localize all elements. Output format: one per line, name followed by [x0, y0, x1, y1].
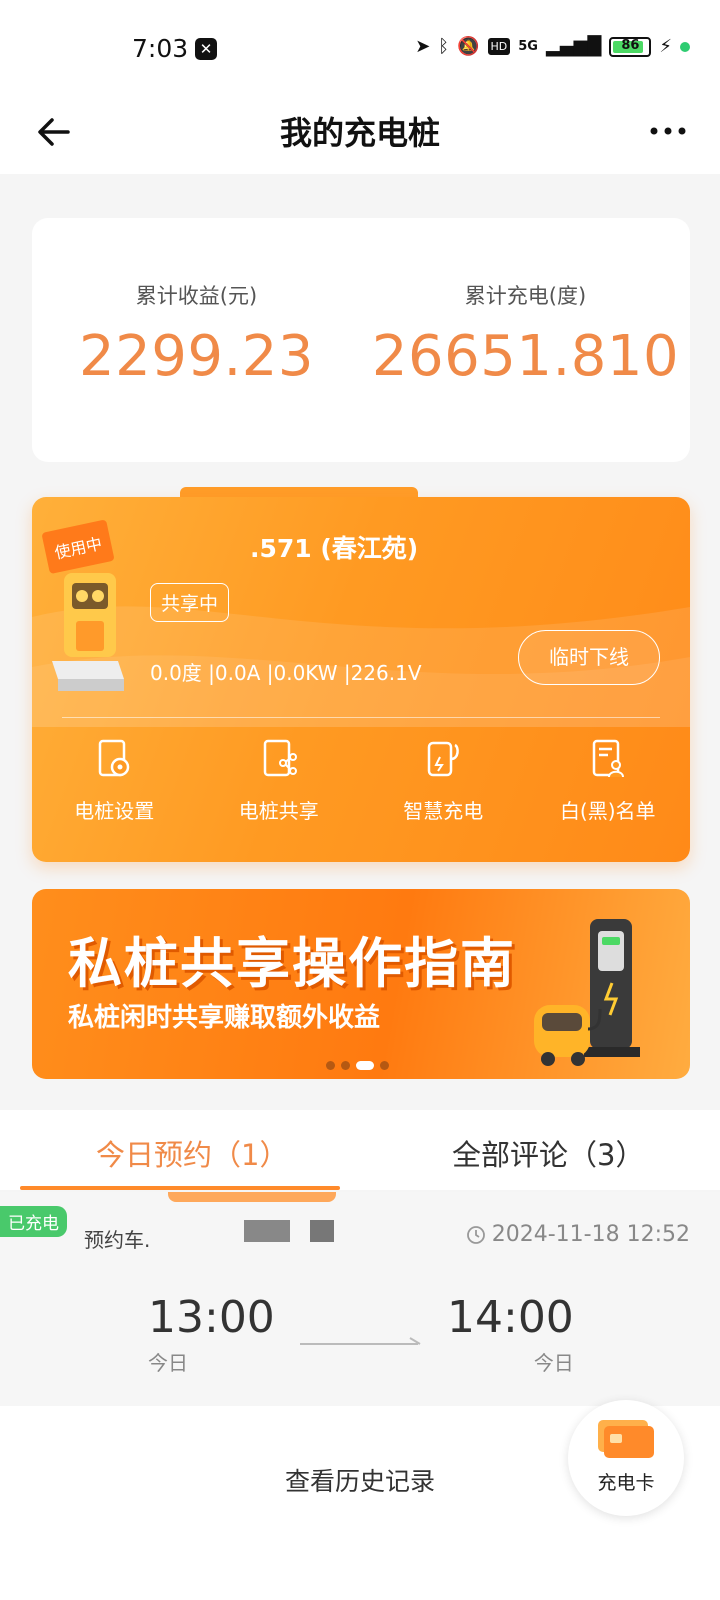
pile-settings-label: 电桩设置 — [74, 799, 155, 823]
end-day: 今日 — [533, 1351, 574, 1375]
pile-share-action[interactable]: 电桩共享 — [197, 737, 362, 824]
pagination-dot[interactable] — [380, 1061, 389, 1070]
pile-readings: 0.0度 |0.0A |0.0KW |226.1V — [150, 661, 422, 685]
charging-card-icon — [598, 1420, 654, 1458]
charging-card-button[interactable]: 充电卡 — [568, 1400, 684, 1516]
earnings-value: 2299.23 — [78, 324, 315, 389]
charger-illustration-icon: 使用中 — [42, 520, 124, 691]
tab-today-bookings[interactable]: 今日预约（1） — [96, 1132, 288, 1174]
status-bar: 7:03 ✕ ➤ ᛒ 🔕 HD 5G ▂▄▆█ 86 ⚡ — [0, 0, 720, 90]
nav-bar: 我的充电桩 — [0, 90, 720, 174]
clock-icon — [466, 1225, 485, 1244]
booking-item[interactable]: 已充电 预约车. 2024-11-18 12:52 13:00 今日 14:00… — [0, 1192, 720, 1406]
allow-block-list-action[interactable]: 白(黑)名单 — [526, 737, 691, 824]
status-dot-icon — [680, 41, 690, 52]
allow-block-list-label: 白(黑)名单 — [559, 799, 656, 823]
battery-level: 86 — [621, 37, 640, 53]
banner-pagination — [326, 1061, 389, 1070]
share-doc-icon — [263, 739, 297, 777]
booking-plate-label: 预约车. — [84, 1228, 151, 1252]
network-label: 5G — [518, 39, 538, 54]
charging-card-label: 充电卡 — [597, 1472, 655, 1494]
start-day: 今日 — [148, 1351, 188, 1375]
card-divider — [62, 717, 660, 718]
tabs-bar: 今日预约（1） 全部评论（3） — [0, 1110, 720, 1190]
pile-settings-action[interactable]: 电桩设置 — [32, 737, 197, 824]
smart-charge-label: 智慧充电 — [403, 799, 484, 823]
charging-pile-card[interactable]: 使用中 .571 (春江苑) 共享中 0.0度 |0.0A |0.0KW |22… — [32, 497, 690, 862]
booking-created-at: 2024-11-18 12:52 — [466, 1222, 690, 1247]
smart-charge-icon — [428, 741, 460, 777]
location-icon: ➤ — [415, 36, 431, 57]
booking-end: 14:00 今日 — [447, 1292, 574, 1376]
guide-banner[interactable]: 私桩共享操作指南 私桩闲时共享赚取额外收益 — [32, 889, 690, 1079]
pagination-dot[interactable] — [341, 1061, 350, 1070]
pile-actions: 电桩设置 电桩共享 智慧充电 白(黑)名单 — [32, 737, 690, 824]
pile-name: .571 (春江苑) — [250, 534, 419, 563]
mute-icon: 🔕 — [457, 36, 480, 57]
settings-doc-icon — [99, 739, 130, 777]
page-title: 我的充电桩 — [279, 114, 440, 152]
charging-icon: ⚡ — [659, 36, 672, 57]
car-charger-illustration-icon — [534, 919, 640, 1066]
hd-icon: HD — [487, 38, 511, 55]
pagination-dot-active[interactable] — [356, 1061, 374, 1070]
signal-icon: ▂▄▆█ — [545, 36, 602, 57]
energy-stat: 累计充电(度) 26651.810 — [361, 280, 690, 389]
energy-value: 26651.810 — [371, 324, 680, 389]
active-tab-indicator — [20, 1186, 340, 1190]
battery-icon: 86 — [609, 36, 652, 57]
start-time: 13:00 — [148, 1292, 275, 1343]
status-time: 7:03 — [132, 34, 189, 63]
status-icons: ➤ ᛒ 🔕 HD 5G ▂▄▆█ 86 ⚡ — [415, 36, 690, 57]
end-time: 14:00 — [447, 1292, 574, 1343]
time-arrow-icon — [300, 1337, 421, 1345]
energy-label: 累计充电(度) — [464, 284, 587, 308]
pile-share-label: 电桩共享 — [238, 799, 319, 823]
tab-all-reviews[interactable]: 全部评论（3） — [452, 1132, 644, 1174]
list-user-icon — [592, 739, 624, 778]
x-app-icon: ✕ — [195, 38, 217, 60]
redacted-plate — [310, 1220, 334, 1242]
charged-status-badge: 已充电 — [0, 1206, 67, 1237]
banner-subtitle: 私桩闲时共享赚取额外收益 — [68, 1003, 381, 1033]
more-icon[interactable] — [646, 116, 690, 146]
banner-title: 私桩共享操作指南 — [68, 932, 516, 995]
stats-card: 累计收益(元) 2299.23 累计充电(度) 26651.810 — [32, 218, 690, 462]
share-status-badge: 共享中 — [150, 583, 230, 622]
booking-start: 13:00 今日 — [148, 1292, 275, 1376]
earnings-stat: 累计收益(元) 2299.23 — [32, 280, 361, 389]
smart-charge-action[interactable]: 智慧充电 — [361, 737, 526, 824]
redacted-plate — [244, 1220, 290, 1242]
temporary-offline-button[interactable]: 临时下线 — [518, 630, 660, 685]
booking-created-at-text: 2024-11-18 12:52 — [491, 1222, 690, 1247]
earnings-label: 累计收益(元) — [135, 284, 258, 308]
bluetooth-icon: ᛒ — [438, 36, 450, 57]
tab-tail-decoration — [168, 1192, 336, 1202]
pagination-dot[interactable] — [326, 1061, 335, 1070]
